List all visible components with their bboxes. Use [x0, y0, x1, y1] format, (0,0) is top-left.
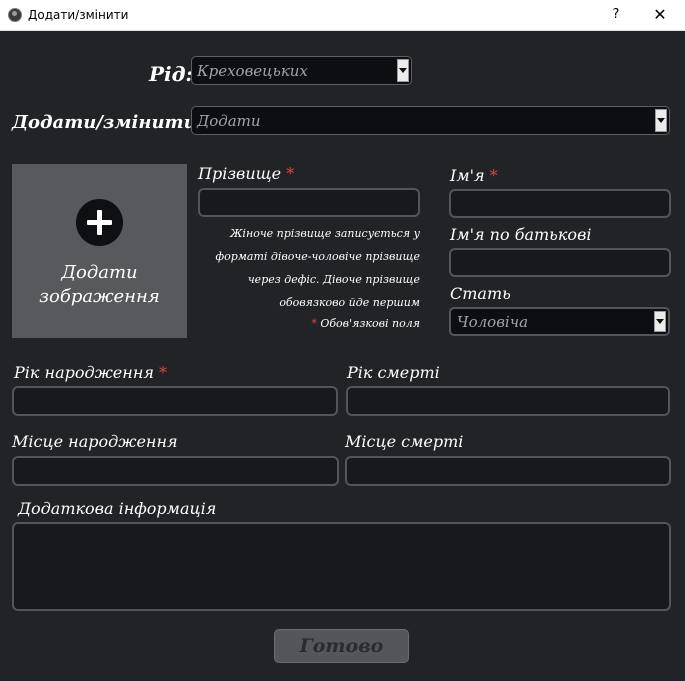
death-year-label: Рік смерті [347, 363, 440, 382]
first-name-input[interactable] [449, 189, 671, 218]
required-mark: * [286, 164, 295, 183]
gender-label: Стать [450, 284, 511, 303]
clan-select[interactable]: Креховецьких [191, 56, 412, 85]
death-place-input[interactable] [345, 456, 671, 486]
surname-note: Жіноче прізвище записується у форматі ді… [215, 227, 421, 309]
add-image-label: Додати зображення [39, 262, 160, 307]
mode-dropdown-button[interactable] [655, 109, 667, 132]
gender-dropdown-button[interactable] [654, 311, 666, 332]
birth-place-label: Місце народження [12, 432, 178, 451]
additional-info-label: Додаткова інформація [18, 499, 217, 518]
death-place-label: Місце смерті [345, 432, 464, 451]
first-name-label: Ім'я * [450, 166, 498, 185]
help-button[interactable]: ? [601, 3, 631, 27]
chevron-down-icon [399, 67, 407, 73]
title-bar: Додати/змінити ? ✕ [0, 0, 685, 31]
clan-dropdown-button[interactable] [397, 59, 409, 82]
surname-input[interactable] [198, 188, 420, 217]
mode-select[interactable]: Додати [191, 106, 670, 135]
required-fields-note: * Обов'язкові поля [311, 317, 420, 330]
close-button[interactable]: ✕ [645, 3, 675, 27]
required-mark: * [159, 363, 168, 382]
required-mark: * [489, 166, 498, 185]
app-icon [8, 8, 22, 22]
mode-select-value: Додати [197, 112, 261, 130]
patronymic-input[interactable] [449, 248, 671, 277]
done-button[interactable]: Готово [274, 629, 409, 663]
window-title: Додати/змінити [28, 8, 129, 22]
additional-info-textarea[interactable] [12, 522, 671, 611]
clan-select-value: Креховецьких [197, 62, 308, 80]
death-year-input[interactable] [346, 386, 670, 416]
birth-year-input[interactable] [12, 386, 338, 416]
clan-label: Рід: [149, 62, 193, 86]
birth-year-label: Рік народження * [14, 363, 168, 382]
chevron-down-icon [656, 318, 664, 324]
add-image-button[interactable]: Додати зображення [12, 164, 187, 338]
chevron-down-icon [657, 117, 665, 123]
gender-select[interactable]: Чоловіча [449, 307, 670, 336]
mode-label: Додати/змінити: [12, 112, 204, 133]
birth-place-input[interactable] [12, 456, 339, 486]
surname-label: Прізвище * [198, 164, 295, 183]
plus-icon [76, 199, 123, 246]
patronymic-label: Ім'я по батькові [450, 225, 592, 244]
gender-select-value: Чоловіча [457, 313, 529, 331]
